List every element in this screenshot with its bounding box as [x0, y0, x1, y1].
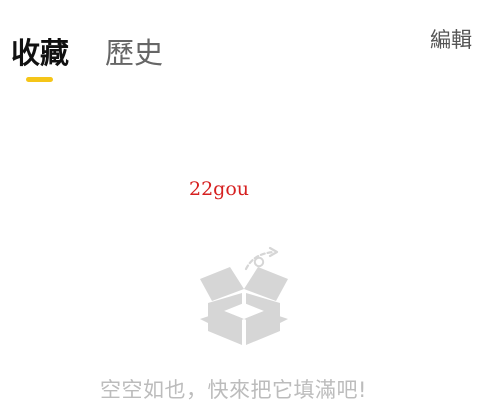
tab-history[interactable]: 歷史	[105, 34, 163, 72]
watermark-text: 22gou	[189, 178, 250, 200]
active-tab-indicator	[26, 77, 53, 82]
tab-favorites[interactable]: 收藏	[11, 34, 69, 72]
edit-button[interactable]: 編輯	[430, 26, 472, 54]
empty-state-message: 空空如也，快來把它填滿吧!	[100, 378, 367, 402]
empty-box-icon	[200, 246, 288, 345]
